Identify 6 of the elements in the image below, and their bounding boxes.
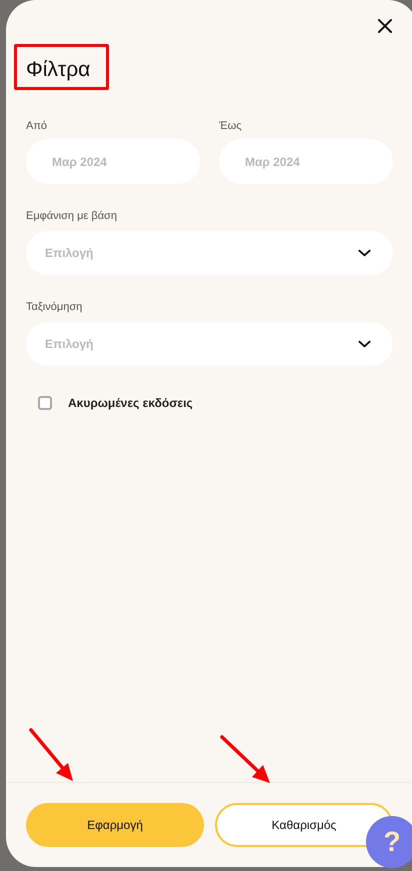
field-label: Έως xyxy=(219,119,243,133)
field-label: Ταξινόμηση xyxy=(26,300,84,314)
field-label: Από xyxy=(26,119,48,133)
checkbox-label: Ακυρωμένες εκδόσεις xyxy=(68,395,193,412)
panel-title: Φίλτρα xyxy=(26,57,90,83)
field-label: Εμφάνιση με βάση xyxy=(26,209,118,223)
